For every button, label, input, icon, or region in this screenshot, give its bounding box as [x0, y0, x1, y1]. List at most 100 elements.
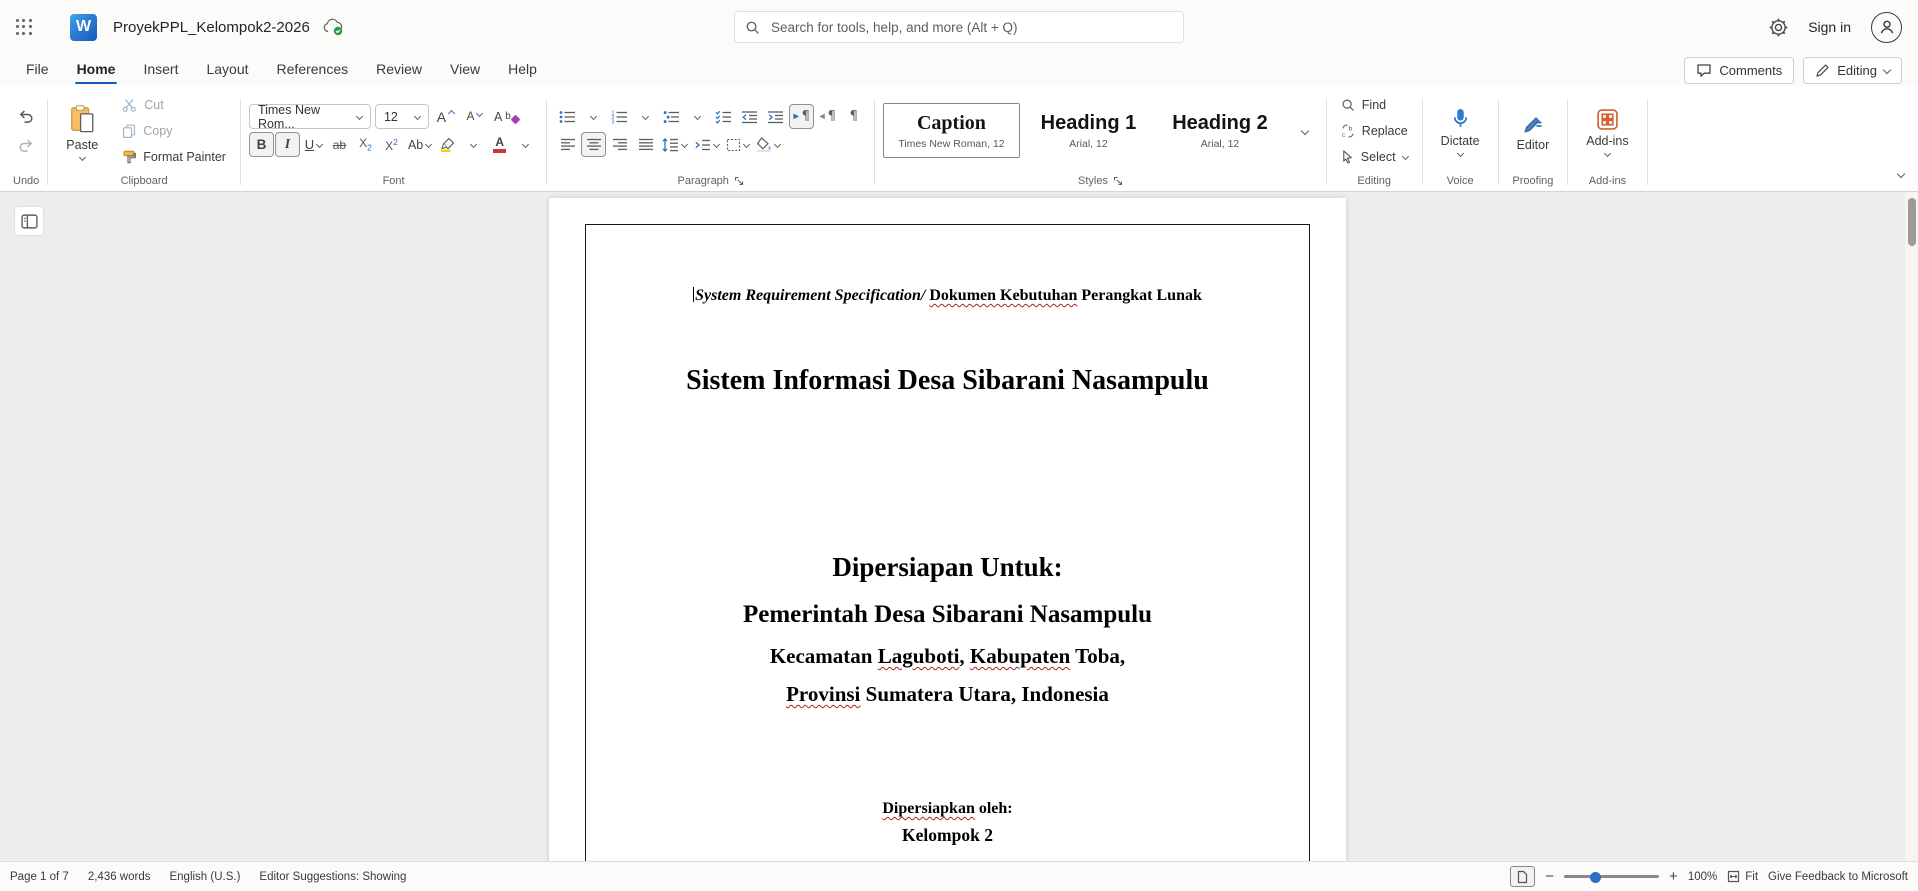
borders-icon [727, 138, 741, 151]
add-ins-button[interactable]: Add-ins [1576, 105, 1638, 158]
menu-tab-home[interactable]: Home [63, 54, 130, 86]
doc-team[interactable]: Kelompok 2 [585, 824, 1310, 847]
feedback-link[interactable]: Give Feedback to Microsoft [1768, 871, 1908, 883]
account-avatar[interactable] [1871, 11, 1902, 43]
find-button[interactable]: Find [1335, 93, 1414, 116]
select-button[interactable]: Select [1335, 145, 1414, 168]
bullets-menu[interactable] [581, 104, 606, 129]
paste-button[interactable]: Paste [56, 101, 108, 162]
styles-dialog-launcher-icon[interactable] [1113, 176, 1123, 186]
clear-formatting-button[interactable]: Ab [491, 104, 522, 129]
style-caption[interactable]: Caption Times New Roman, 12 [883, 103, 1020, 158]
editing-mode-button[interactable]: Editing [1803, 56, 1902, 84]
doc-address-line-2[interactable]: Provinsi Sumatera Utara, Indonesia [585, 680, 1310, 708]
doc-subtitle-line[interactable]: System Requirement Specification/ Dokume… [585, 285, 1310, 307]
grow-font-button[interactable]: A [433, 104, 458, 129]
paragraph-dialog-launcher-icon[interactable] [734, 176, 744, 186]
page-view-button[interactable] [1510, 866, 1536, 887]
zoom-slider[interactable] [1564, 870, 1660, 884]
left-to-right-button[interactable]: ▸ ¶ [789, 104, 815, 129]
align-left-button[interactable] [555, 132, 580, 157]
shrink-font-button[interactable]: A [462, 104, 487, 129]
zoom-level[interactable]: 100% [1688, 871, 1717, 883]
multilevel-list-button[interactable] [659, 104, 684, 129]
app-launcher-button[interactable] [0, 0, 48, 54]
menu-tab-view[interactable]: View [436, 54, 494, 86]
style-heading-2[interactable]: Heading 2 Arial, 12 [1157, 103, 1283, 158]
zoom-slider-track[interactable] [1564, 874, 1660, 879]
undo-button[interactable] [14, 104, 39, 129]
menu-tab-file[interactable]: File [12, 54, 63, 86]
font-color-menu[interactable] [513, 132, 538, 157]
highlight-color-menu[interactable] [461, 132, 486, 157]
superscript-button[interactable]: X2 [379, 132, 404, 157]
word-count-status[interactable]: 2,436 words [88, 871, 151, 883]
shading-button[interactable] [753, 132, 783, 157]
menu-tab-help[interactable]: Help [494, 54, 551, 86]
menu-tab-references[interactable]: References [263, 54, 363, 86]
align-right-button[interactable] [607, 132, 632, 157]
sign-in-button[interactable]: Sign in [1808, 19, 1851, 35]
line-spacing-button[interactable] [659, 132, 690, 157]
dictate-button[interactable]: Dictate [1431, 105, 1490, 158]
replace-button[interactable]: bc Replace [1335, 119, 1414, 142]
vertical-scrollbar[interactable] [1905, 192, 1918, 861]
editor-suggestions-status[interactable]: Editor Suggestions: Showing [259, 871, 406, 883]
zoom-slider-thumb[interactable] [1590, 871, 1602, 883]
show-formatting-marks-button[interactable]: ¶ [841, 104, 866, 129]
menu-tab-review[interactable]: Review [362, 54, 436, 86]
checklist-button[interactable] [711, 104, 736, 129]
word-logo-icon[interactable]: W [70, 13, 97, 41]
language-status[interactable]: English (U.S.) [169, 871, 240, 883]
scrollbar-thumb[interactable] [1907, 198, 1916, 246]
highlight-color-button[interactable] [435, 132, 460, 157]
zoom-in-button[interactable]: + [1669, 869, 1678, 884]
zoom-out-button[interactable]: − [1545, 869, 1554, 884]
multilevel-list-menu[interactable] [685, 104, 710, 129]
change-case-button[interactable]: Ab [405, 132, 434, 157]
search-bar[interactable] [734, 11, 1184, 43]
style-desc: Arial, 12 [1069, 137, 1108, 150]
editor-button[interactable]: Editor [1507, 110, 1560, 152]
format-painter-button[interactable]: Format Painter [116, 145, 232, 168]
underline-button[interactable]: U [301, 132, 326, 157]
justify-button[interactable] [633, 132, 658, 157]
numbering-menu[interactable] [633, 104, 658, 129]
bullets-button[interactable] [555, 104, 580, 129]
paragraph-indent-menu[interactable] [691, 132, 722, 157]
font-family-select[interactable]: Times New Rom... [248, 103, 371, 131]
font-size-select[interactable]: 12 [374, 104, 429, 129]
doc-address-line-1[interactable]: Kecamatan Laguboti, Kabupaten Toba, [585, 642, 1310, 670]
document-page[interactable]: System Requirement Specification/ Dokume… [549, 198, 1346, 861]
doc-org[interactable]: Pemerintah Desa Sibarani Nasampulu [585, 598, 1310, 632]
page-count-status[interactable]: Page 1 of 7 [10, 871, 69, 883]
doc-title[interactable]: Sistem Informasi Desa Sibarani Nasampulu [585, 364, 1310, 398]
eraser-icon [510, 114, 521, 125]
italic-button[interactable]: I [274, 132, 300, 157]
borders-button[interactable] [723, 132, 752, 157]
doc-prepared-for[interactable]: Dipersiapan Untuk: [585, 550, 1310, 584]
settings-gear-icon[interactable] [1769, 18, 1788, 37]
document-title[interactable]: ProyekPPL_Kelompok2-2026 [113, 19, 310, 36]
cloud-saved-icon[interactable] [322, 18, 345, 36]
search-input[interactable] [769, 18, 1173, 36]
subscript-button[interactable]: X2 [353, 132, 378, 157]
comments-button[interactable]: Comments [1684, 56, 1795, 84]
ribbon-collapse-button[interactable] [1896, 164, 1906, 182]
style-heading-1[interactable]: Heading 1 Arial, 12 [1026, 103, 1152, 158]
styles-gallery-menu[interactable] [1293, 118, 1318, 143]
numbering-button[interactable]: 123 [607, 104, 632, 129]
decrease-indent-button[interactable] [737, 104, 762, 129]
doc-addr2-misspelled: Provinsi [786, 682, 861, 706]
align-center-button[interactable] [581, 132, 607, 157]
doc-prepared-by[interactable]: Dipersiapkan oleh: [585, 798, 1310, 820]
font-color-button[interactable]: A [487, 132, 512, 157]
right-to-left-button[interactable]: ◂ ¶ [815, 104, 840, 129]
strikethrough-button[interactable]: ab [327, 132, 352, 157]
increase-indent-button[interactable] [763, 104, 788, 129]
menu-tab-insert[interactable]: Insert [129, 54, 192, 86]
menu-tab-layout[interactable]: Layout [192, 54, 262, 86]
fit-to-page-button[interactable]: Fit [1727, 870, 1758, 883]
navigation-pane-toggle[interactable] [14, 206, 44, 236]
bold-button[interactable]: B [248, 132, 274, 157]
